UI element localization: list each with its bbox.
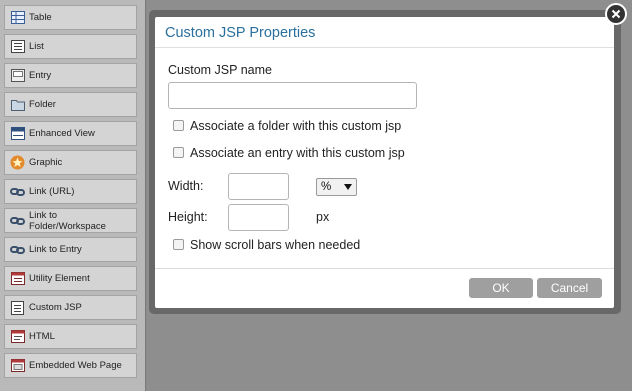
custom-jsp-name-label: Custom JSP name [168, 63, 272, 77]
palette-item-html[interactable]: HTML [4, 324, 137, 349]
cancel-button[interactable]: Cancel [537, 278, 602, 298]
associate-entry-checkbox[interactable] [173, 147, 184, 158]
list-icon [10, 40, 25, 54]
dialog-title: Custom JSP Properties [165, 25, 316, 41]
width-unit-select[interactable]: % [316, 178, 357, 196]
palette-item-folder[interactable]: Folder [4, 92, 137, 117]
palette-item-label: HTML [29, 331, 55, 342]
palette-item-enhanced-view[interactable]: Enhanced View [4, 121, 137, 146]
width-input[interactable] [228, 173, 289, 200]
palette-item-label: Embedded Web Page [29, 360, 122, 371]
palette-item-label: Utility Element [29, 273, 90, 284]
ok-button[interactable]: OK [469, 278, 533, 298]
palette-item-label: List [29, 41, 44, 52]
dialog-header: Custom JSP Properties [155, 17, 614, 48]
utility-icon [10, 272, 25, 286]
link-icon [10, 185, 25, 199]
palette-item-label: Custom JSP [29, 302, 82, 313]
height-label: Height: [168, 210, 208, 224]
scroll-bars-label: Show scroll bars when needed [190, 238, 361, 252]
palette-item-label: Table [29, 12, 52, 23]
palette-item-link-url[interactable]: Link (URL) [4, 179, 137, 204]
palette-item-label: Entry [29, 70, 52, 81]
palette-item-embedded-web-page[interactable]: Embedded Web Page [4, 353, 137, 378]
close-icon [611, 9, 621, 19]
palette-item-label: Enhanced View [29, 128, 95, 139]
element-palette: Table List Entry Folder Enhanced View Gr… [0, 0, 146, 391]
close-button[interactable] [605, 3, 627, 25]
enhanced-view-icon [10, 127, 25, 141]
palette-item-list[interactable]: List [4, 34, 137, 59]
palette-item-label: Graphic [29, 157, 63, 168]
associate-entry-label: Associate an entry with this custom jsp [190, 146, 405, 160]
html-icon [10, 330, 25, 344]
graphic-icon [10, 155, 25, 170]
entry-icon [10, 69, 25, 83]
web-page-icon [10, 359, 25, 373]
width-unit-value: % [321, 181, 332, 193]
width-label: Width: [168, 179, 204, 193]
palette-item-link-entry[interactable]: Link to Entry [4, 237, 137, 262]
palette-item-label: Link (URL) [29, 186, 75, 197]
scroll-bars-checkbox[interactable] [173, 239, 184, 250]
height-unit-label: px [316, 210, 330, 224]
dialog-footer-divider [155, 268, 614, 269]
palette-item-entry[interactable]: Entry [4, 63, 137, 88]
custom-jsp-properties-dialog: Custom JSP Properties [155, 17, 614, 308]
link-icon [10, 243, 25, 257]
custom-jsp-name-input[interactable] [168, 82, 417, 109]
palette-item-utility[interactable]: Utility Element [4, 266, 137, 291]
associate-folder-checkbox[interactable] [173, 120, 184, 131]
folder-icon [10, 98, 25, 112]
palette-item-label: Link to Folder/Workspace [29, 209, 106, 232]
palette-item-link-folder[interactable]: Link to Folder/Workspace [4, 208, 137, 233]
associate-folder-label: Associate a folder with this custom jsp [190, 119, 402, 133]
document-icon [10, 300, 25, 315]
palette-item-table[interactable]: Table [4, 5, 137, 30]
palette-item-label: Folder [29, 99, 56, 110]
table-icon [10, 11, 25, 25]
chevron-down-icon [344, 184, 352, 190]
link-icon [10, 214, 25, 228]
height-input[interactable] [228, 204, 289, 231]
palette-item-custom-jsp[interactable]: Custom JSP [4, 295, 137, 320]
palette-item-label: Link to Entry [29, 244, 82, 255]
palette-item-graphic[interactable]: Graphic [4, 150, 137, 175]
